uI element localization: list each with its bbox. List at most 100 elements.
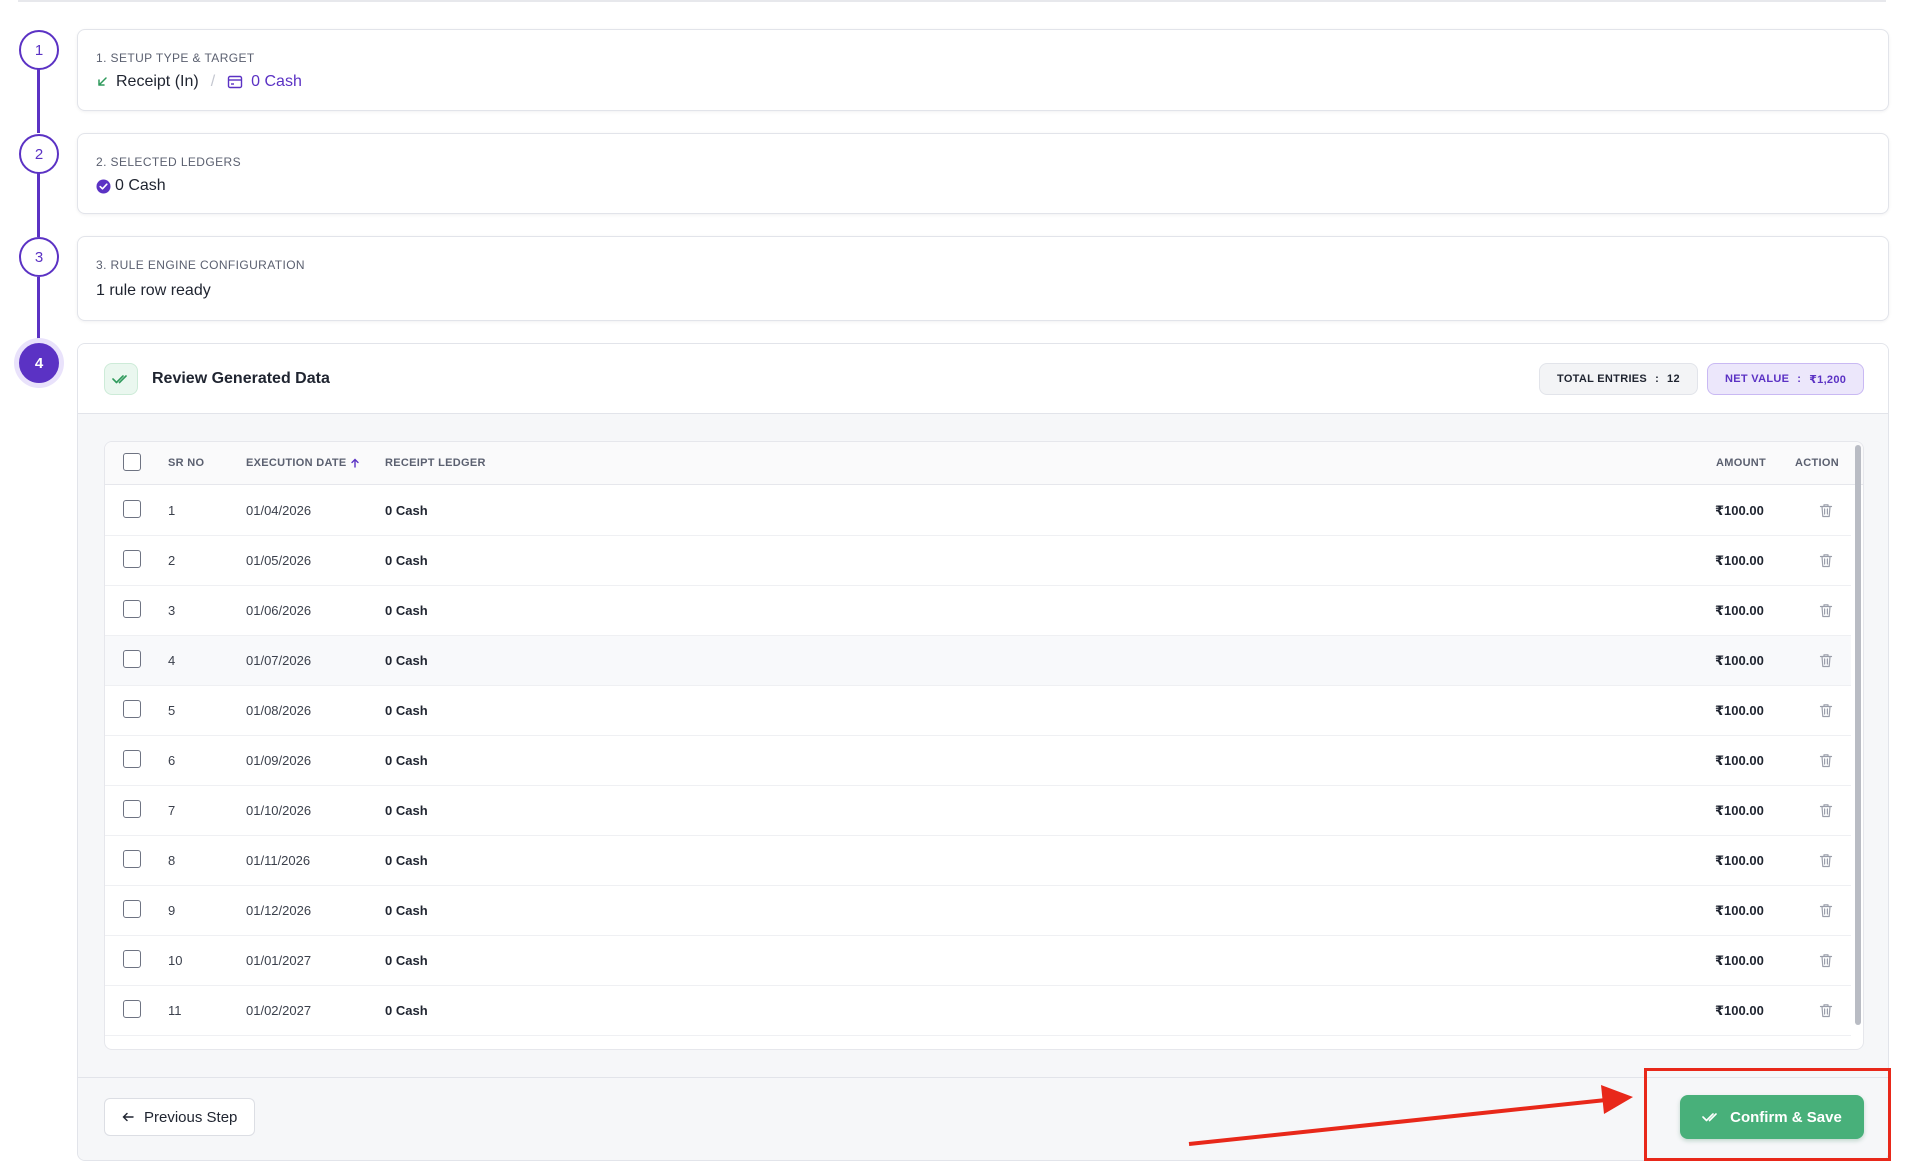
previous-step-label: Previous Step — [144, 1108, 238, 1126]
arrow-down-left-icon — [96, 76, 108, 88]
row-receipt-ledger: 0 Cash — [385, 603, 428, 618]
trash-icon[interactable] — [1819, 853, 1833, 868]
total-entries-value: 12 — [1667, 373, 1680, 385]
selected-ledgers-label: 2. SELECTED LEDGERS — [96, 155, 241, 169]
row-receipt-ledger: 0 Cash — [385, 953, 428, 968]
row-sr-no: 6 — [168, 753, 176, 768]
wizard-footer: Previous Step Confirm & Save — [78, 1077, 1888, 1160]
rule-engine-card[interactable]: 3. RULE ENGINE CONFIGURATION 1 rule row … — [77, 236, 1889, 321]
row-execution-date: 01/07/2026 — [246, 653, 312, 668]
wallet-icon — [227, 75, 243, 89]
row-checkbox[interactable] — [123, 900, 141, 918]
row-execution-date: 01/06/2026 — [246, 603, 312, 618]
step-1-indicator[interactable]: 1 — [19, 30, 59, 70]
trash-icon[interactable] — [1819, 703, 1833, 718]
row-receipt-ledger: 0 Cash — [385, 553, 428, 568]
row-checkbox[interactable] — [123, 500, 141, 518]
row-sr-no: 8 — [168, 853, 176, 868]
step-3-indicator[interactable]: 3 — [19, 237, 59, 277]
select-all-checkbox[interactable] — [123, 453, 141, 471]
row-execution-date: 01/09/2026 — [246, 753, 312, 768]
setup-target-value: 0 Cash — [251, 73, 302, 90]
row-receipt-ledger: 0 Cash — [385, 853, 428, 868]
step-4-indicator: 4 — [19, 343, 59, 383]
row-amount: ₹100.00 — [1715, 1003, 1764, 1018]
selected-ledgers-summary: 0 Cash — [96, 177, 166, 195]
trash-icon[interactable] — [1819, 503, 1833, 518]
setup-type-value: Receipt (In) — [116, 73, 199, 90]
net-value-amount: ₹1,200 — [1809, 373, 1847, 386]
table-row[interactable]: 1 01/04/2026 0 Cash ₹100.00 — [105, 486, 1851, 536]
row-checkbox[interactable] — [123, 650, 141, 668]
row-checkbox[interactable] — [123, 800, 141, 818]
row-checkbox[interactable] — [123, 1000, 141, 1018]
colon: : — [1797, 373, 1802, 385]
row-sr-no: 11 — [168, 1003, 182, 1018]
row-amount: ₹100.00 — [1715, 903, 1764, 918]
setup-type-card[interactable]: 1. SETUP TYPE & TARGET Receipt (In) / 0 … — [77, 29, 1889, 111]
row-amount: ₹100.00 — [1715, 753, 1764, 768]
step-2-indicator[interactable]: 2 — [19, 134, 59, 174]
column-execution-date-label: EXECUTION DATE — [246, 457, 347, 469]
trash-icon[interactable] — [1819, 753, 1833, 768]
trash-icon[interactable] — [1819, 953, 1833, 968]
trash-icon[interactable] — [1819, 803, 1833, 818]
trash-icon[interactable] — [1819, 903, 1833, 918]
row-amount: ₹100.00 — [1715, 503, 1764, 518]
table-row[interactable]: 11 01/02/2027 0 Cash ₹100.00 — [105, 986, 1851, 1036]
net-value-label: NET VALUE — [1725, 373, 1790, 385]
trash-icon[interactable] — [1819, 603, 1833, 618]
row-checkbox[interactable] — [123, 950, 141, 968]
row-amount: ₹100.00 — [1715, 853, 1764, 868]
row-checkbox[interactable] — [123, 750, 141, 768]
double-check-icon — [104, 363, 138, 395]
column-sr-no: SR NO — [168, 457, 205, 469]
table-row[interactable]: 10 01/01/2027 0 Cash ₹100.00 — [105, 936, 1851, 986]
row-amount: ₹100.00 — [1715, 803, 1764, 818]
row-sr-no: 4 — [168, 653, 176, 668]
trash-icon[interactable] — [1819, 1003, 1833, 1018]
row-receipt-ledger: 0 Cash — [385, 1003, 428, 1018]
row-amount: ₹100.00 — [1715, 953, 1764, 968]
table-row[interactable]: 9 01/12/2026 0 Cash ₹100.00 — [105, 886, 1851, 936]
row-sr-no: 10 — [168, 953, 183, 968]
row-receipt-ledger: 0 Cash — [385, 703, 428, 718]
table-row[interactable]: 3 01/06/2026 0 Cash ₹100.00 — [105, 586, 1851, 636]
table-row[interactable]: 6 01/09/2026 0 Cash ₹100.00 — [105, 736, 1851, 786]
row-amount: ₹100.00 — [1715, 603, 1764, 618]
table-row[interactable]: 5 01/08/2026 0 Cash ₹100.00 — [105, 686, 1851, 736]
row-checkbox[interactable] — [123, 850, 141, 868]
trash-icon[interactable] — [1819, 553, 1833, 568]
row-checkbox[interactable] — [123, 550, 141, 568]
row-sr-no: 2 — [168, 553, 176, 568]
column-execution-date[interactable]: EXECUTION DATE — [246, 457, 359, 469]
row-checkbox[interactable] — [123, 600, 141, 618]
row-checkbox[interactable] — [123, 700, 141, 718]
previous-step-button[interactable]: Previous Step — [104, 1098, 256, 1136]
table-row[interactable]: 7 01/10/2026 0 Cash ₹100.00 — [105, 786, 1851, 836]
top-divider — [18, 0, 1886, 2]
trash-icon[interactable] — [1819, 653, 1833, 668]
sort-ascending-icon — [350, 458, 359, 468]
annotation-highlight-box — [1644, 1068, 1891, 1161]
table-row[interactable]: 2 01/05/2026 0 Cash ₹100.00 — [105, 536, 1851, 586]
row-amount: ₹100.00 — [1715, 553, 1764, 568]
row-sr-no: 7 — [168, 803, 176, 818]
wizard-page: 1 2 3 4 1. SETUP TYPE & TARGET Receipt (… — [0, 0, 1920, 1171]
entries-table: SR NO EXECUTION DATE RECEIPT LEDGER AMOU… — [104, 441, 1864, 1050]
table-row[interactable]: 4 01/07/2026 0 Cash ₹100.00 — [105, 636, 1851, 686]
review-header: Review Generated Data TOTAL ENTRIES : 12… — [78, 344, 1888, 414]
net-value-badge: NET VALUE : ₹1,200 — [1707, 363, 1865, 395]
separator: / — [210, 73, 216, 90]
step-connector — [37, 173, 40, 237]
table-scrollbar[interactable] — [1855, 445, 1861, 1025]
step-connector — [37, 69, 40, 133]
row-execution-date: 01/02/2027 — [246, 1003, 312, 1018]
row-receipt-ledger: 0 Cash — [385, 753, 428, 768]
table-row[interactable]: 8 01/11/2026 0 Cash ₹100.00 — [105, 836, 1851, 886]
column-action: ACTION — [1795, 457, 1839, 469]
selected-ledgers-card[interactable]: 2. SELECTED LEDGERS 0 Cash — [77, 133, 1889, 214]
row-receipt-ledger: 0 Cash — [385, 903, 428, 918]
row-receipt-ledger: 0 Cash — [385, 503, 428, 518]
row-amount: ₹100.00 — [1715, 703, 1764, 718]
